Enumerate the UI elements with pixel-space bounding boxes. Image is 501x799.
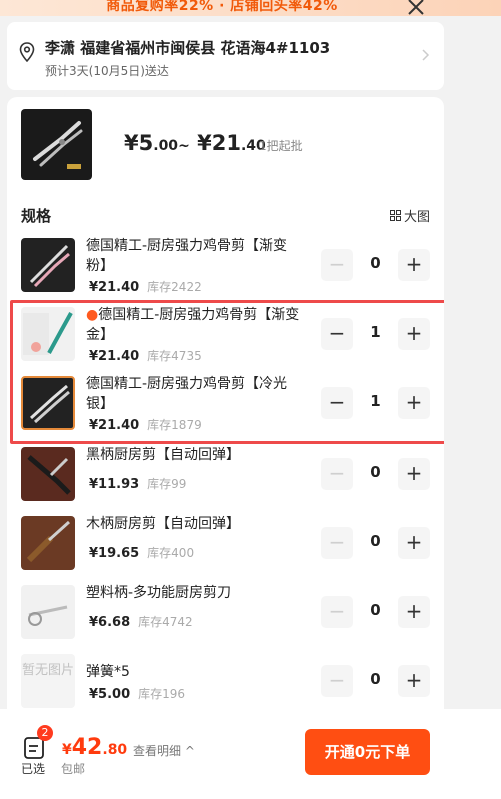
variant-price: ¥11.93 库存99 <box>89 477 187 492</box>
quantity-value: 0 <box>370 601 381 619</box>
variant-price: ¥19.65 库存400 <box>89 546 195 561</box>
quantity-value: 0 <box>370 532 381 550</box>
variant-name: 弹簧*5 <box>86 664 130 680</box>
variant-name: 黑柄厨房剪【自动回弹】 <box>86 447 240 463</box>
promo-banner-text: 商品复购率22% · 店铺回头率42% <box>106 0 338 14</box>
variant-thumbnail[interactable] <box>21 585 75 639</box>
variant-price: ¥21.40 库存2422 <box>89 280 202 295</box>
variant-name: 塑料柄-多功能厨房剪刀 <box>86 585 232 601</box>
variant-thumbnail[interactable] <box>21 516 75 570</box>
variant-row: 黑柄厨房剪【自动回弹】 ¥11.93 库存99 − 0 + <box>7 447 444 511</box>
checkout-bar: 2 已选 ¥42.80 查看明细 ^ 包邮 开通0元下单 <box>0 709 501 799</box>
variant-thumbnail[interactable] <box>21 238 75 292</box>
quantity-stepper: − 0 + <box>321 527 430 559</box>
min-order-qty: 1把起批 <box>259 139 303 153</box>
variant-row: 德国精工-厨房强力鸡骨剪【渐变粉】 ¥21.40 库存2422 − 0 + <box>7 238 444 302</box>
increase-button[interactable]: + <box>398 249 430 281</box>
quantity-stepper: − 0 + <box>321 665 430 697</box>
quantity-stepper: − 0 + <box>321 249 430 281</box>
decrease-button[interactable]: − <box>321 596 353 628</box>
grid-icon <box>389 210 401 221</box>
address-card[interactable]: 李潇 福建省福州市闽侯县 花语海4#1103 预计3天(10月5日)送达 <box>7 22 444 90</box>
increase-button[interactable]: + <box>398 458 430 490</box>
selected-label: 已选 <box>21 762 46 776</box>
quantity-value: 0 <box>370 463 381 481</box>
place-order-button[interactable]: 开通0元下单 <box>305 729 430 775</box>
close-icon[interactable] <box>405 0 427 18</box>
variant-price: ¥6.68 库存4742 <box>89 615 193 630</box>
selected-count-badge: 2 <box>37 725 53 741</box>
decrease-button[interactable]: − <box>321 458 353 490</box>
no-image-placeholder[interactable]: 暂无图片 <box>21 654 75 708</box>
total-price: ¥42.80 <box>62 735 128 760</box>
decrease-button[interactable]: − <box>321 249 353 281</box>
price-range: ¥5.00~ ¥21.40 <box>124 131 266 155</box>
variant-name: 德国精工-厨房强力鸡骨剪【渐变粉】 <box>86 238 288 274</box>
variant-row: 塑料柄-多功能厨房剪刀 ¥6.68 库存4742 − 0 + <box>7 585 444 649</box>
decrease-button[interactable]: − <box>321 665 353 697</box>
quantity-stepper: − 0 + <box>321 596 430 628</box>
spec-section-title: 规格 <box>21 207 52 225</box>
quantity-stepper: − 0 + <box>321 458 430 490</box>
chevron-right-icon <box>422 49 430 61</box>
increase-button[interactable]: + <box>398 527 430 559</box>
quantity-value: 0 <box>370 670 381 688</box>
variant-name: 木柄厨房剪【自动回弹】 <box>86 516 240 532</box>
selected-variants-highlight <box>10 300 444 444</box>
increase-button[interactable]: + <box>398 665 430 697</box>
quantity-value: 0 <box>370 254 381 272</box>
product-main-image[interactable] <box>21 109 92 180</box>
increase-button[interactable]: + <box>398 596 430 628</box>
variant-row: 木柄厨房剪【自动回弹】 ¥19.65 库存400 − 0 + <box>7 516 444 580</box>
delivery-eta: 预计3天(10月5日)送达 <box>45 64 169 78</box>
variant-thumbnail[interactable] <box>21 447 75 501</box>
variant-price: ¥5.00 库存196 <box>89 687 186 702</box>
view-details-link[interactable]: 查看明细 ^ <box>133 742 195 759</box>
decrease-button[interactable]: − <box>321 527 353 559</box>
free-shipping-label: 包邮 <box>61 762 86 776</box>
location-pin-icon <box>19 42 35 62</box>
view-large-image-button[interactable]: 大图 <box>389 206 430 225</box>
address-line: 李潇 福建省福州市闽侯县 花语海4#1103 <box>45 39 331 57</box>
spec-sheet: ¥5.00~ ¥21.40 1把起批 规格 大图 德国精工-厨房强力鸡骨剪【渐变… <box>7 97 444 709</box>
variant-row: 暂无图片 弹簧*5 ¥5.00 库存196 − 0 + <box>7 654 444 709</box>
